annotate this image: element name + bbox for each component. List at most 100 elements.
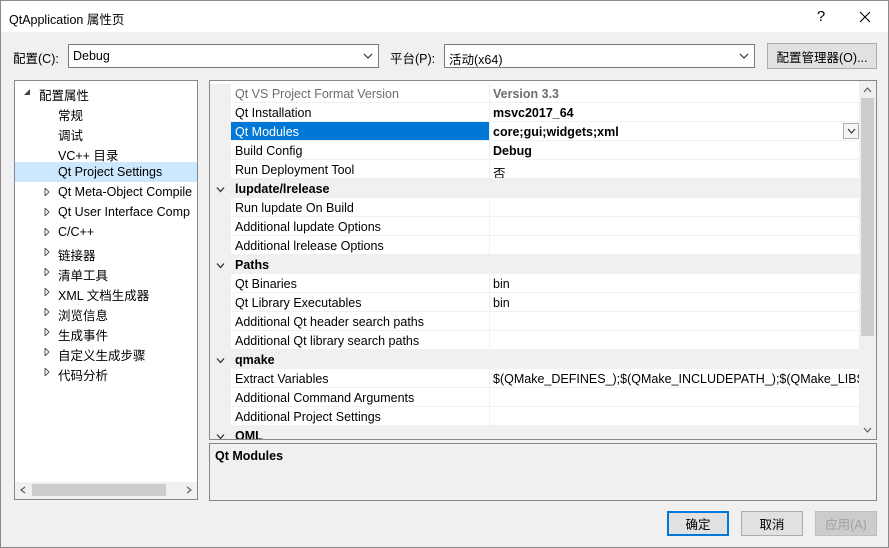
- collapse-triangle-icon[interactable]: [216, 261, 225, 270]
- property-grid: Qt VS Project Format Version Version 3.3…: [209, 80, 877, 440]
- property-row-qt-binaries[interactable]: Qt Binaries bin: [210, 274, 860, 293]
- property-row-run-lupdate[interactable]: Run lupdate On Build: [210, 198, 860, 217]
- row-gutter: [210, 369, 231, 388]
- category-paths[interactable]: Paths: [210, 255, 860, 274]
- config-combo[interactable]: Debug: [68, 44, 379, 68]
- tree-item-qt-project-settings[interactable]: Qt Project Settings: [15, 162, 197, 182]
- tree-root-config-properties[interactable]: 配置属性: [15, 82, 197, 102]
- tree-item-label: 代码分析: [58, 369, 109, 382]
- tree-item-build-events[interactable]: 生成事件: [15, 322, 197, 342]
- expand-triangle-icon[interactable]: [43, 368, 51, 376]
- cancel-button[interactable]: 取消: [741, 511, 803, 536]
- tree-item-qt-uic[interactable]: Qt User Interface Comp: [15, 202, 197, 222]
- property-row-additional-project-settings[interactable]: Additional Project Settings: [210, 407, 860, 426]
- tree-item-label: 清单工具: [58, 269, 109, 282]
- expand-triangle-icon[interactable]: [43, 328, 51, 336]
- collapse-triangle-icon[interactable]: [216, 185, 225, 194]
- config-manager-button[interactable]: 配置管理器(O)...: [767, 43, 877, 69]
- window-title: QtApplication 属性页: [9, 13, 125, 27]
- property-row-header-search-paths[interactable]: Additional Qt header search paths: [210, 312, 860, 331]
- category-qmake[interactable]: qmake: [210, 350, 860, 369]
- platform-combo[interactable]: 活动(x64): [444, 44, 755, 68]
- property-value[interactable]: [490, 388, 860, 407]
- close-button[interactable]: [843, 1, 887, 32]
- expand-triangle-icon[interactable]: [43, 288, 51, 296]
- property-row-qt-installation[interactable]: Qt Installation msvc2017_64: [210, 103, 860, 122]
- qt-modules-dropdown-button[interactable]: [843, 123, 859, 139]
- scroll-right-icon[interactable]: [185, 486, 193, 494]
- property-value[interactable]: [490, 198, 860, 217]
- property-value[interactable]: [490, 331, 860, 350]
- property-row-format-version[interactable]: Qt VS Project Format Version Version 3.3: [210, 84, 860, 103]
- tree-item-xml-doc-generator[interactable]: XML 文档生成器: [15, 282, 197, 302]
- scrollbar-thumb[interactable]: [861, 98, 874, 336]
- property-name: Extract Variables: [231, 369, 490, 388]
- expand-triangle-icon[interactable]: [43, 348, 51, 356]
- tree-item-manifest-tool[interactable]: 清单工具: [15, 262, 197, 282]
- collapse-triangle-icon[interactable]: [23, 88, 31, 96]
- expand-triangle-icon[interactable]: [43, 268, 51, 276]
- property-value[interactable]: core;gui;widgets;xml: [490, 122, 860, 141]
- property-value[interactable]: [490, 236, 860, 255]
- collapse-triangle-icon[interactable]: [216, 356, 225, 365]
- collapse-triangle-icon[interactable]: [216, 432, 225, 440]
- category-qml[interactable]: QML: [210, 426, 860, 440]
- property-row-run-deployment-tool[interactable]: Run Deployment Tool 否: [210, 160, 860, 179]
- tree-item-general[interactable]: 常规: [15, 102, 197, 122]
- tree-item-label: VC++ 目录: [58, 149, 119, 162]
- apply-button[interactable]: 应用(A): [815, 511, 877, 536]
- property-row-additional-command-arguments[interactable]: Additional Command Arguments: [210, 388, 860, 407]
- property-value[interactable]: bin: [490, 274, 860, 293]
- property-row-qt-library-executables[interactable]: Qt Library Executables bin: [210, 293, 860, 312]
- property-value[interactable]: Debug: [490, 141, 860, 160]
- tree-item-linker[interactable]: 链接器: [15, 242, 197, 262]
- property-value[interactable]: msvc2017_64: [490, 103, 860, 122]
- tree-horizontal-scrollbar[interactable]: [15, 482, 197, 499]
- property-value[interactable]: [490, 217, 860, 236]
- tree-item-debugging[interactable]: 调试: [15, 122, 197, 142]
- expand-triangle-icon[interactable]: [43, 248, 51, 256]
- property-row-library-search-paths[interactable]: Additional Qt library search paths: [210, 331, 860, 350]
- property-row-lrelease-options[interactable]: Additional lrelease Options: [210, 236, 860, 255]
- grid-vertical-scrollbar[interactable]: [859, 81, 876, 439]
- row-gutter: [210, 141, 231, 160]
- tree-item-vc-directories[interactable]: VC++ 目录: [15, 142, 197, 162]
- chevron-down-icon: [847, 128, 856, 134]
- property-row-lupdate-options[interactable]: Additional lupdate Options: [210, 217, 860, 236]
- property-value[interactable]: [490, 312, 860, 331]
- description-title: Qt Modules: [215, 449, 284, 463]
- tree-item-label: 常规: [58, 109, 84, 122]
- property-value[interactable]: $(QMake_DEFINES_);$(QMake_INCLUDEPATH_);…: [490, 369, 860, 388]
- property-name: Qt VS Project Format Version: [231, 84, 490, 103]
- property-row-build-config[interactable]: Build Config Debug: [210, 141, 860, 160]
- tree-item-label: 调试: [58, 129, 84, 142]
- scroll-up-icon[interactable]: [863, 86, 872, 94]
- scrollbar-thumb[interactable]: [32, 484, 166, 496]
- property-name: Run lupdate On Build: [231, 198, 490, 217]
- tree-item-c-cpp[interactable]: C/C++: [15, 222, 197, 242]
- property-value: Version 3.3: [490, 84, 860, 103]
- expand-triangle-icon[interactable]: [43, 228, 51, 236]
- row-gutter: [210, 217, 231, 236]
- scroll-left-icon[interactable]: [19, 486, 27, 494]
- tree-item-code-analysis[interactable]: 代码分析: [15, 362, 197, 382]
- property-value[interactable]: [490, 407, 860, 426]
- expand-triangle-icon[interactable]: [43, 308, 51, 316]
- property-name: Run Deployment Tool: [231, 160, 490, 179]
- help-button[interactable]: ?: [799, 1, 843, 32]
- ok-button[interactable]: 确定: [667, 511, 729, 536]
- tree-item-qt-moc[interactable]: Qt Meta-Object Compile: [15, 182, 197, 202]
- row-gutter: [210, 331, 231, 350]
- scroll-down-icon[interactable]: [863, 426, 872, 434]
- property-row-qt-modules[interactable]: Qt Modules core;gui;widgets;xml: [210, 122, 860, 141]
- expand-triangle-icon[interactable]: [43, 188, 51, 196]
- property-value[interactable]: 否: [490, 160, 860, 179]
- category-lupdate[interactable]: lupdate/lrelease: [210, 179, 860, 198]
- tree-item-browse-info[interactable]: 浏览信息: [15, 302, 197, 322]
- property-row-extract-variables[interactable]: Extract Variables $(QMake_DEFINES_);$(QM…: [210, 369, 860, 388]
- tree-item-custom-build-step[interactable]: 自定义生成步骤: [15, 342, 197, 362]
- settings-tree: 配置属性 常规 调试 VC++ 目录 Qt Project Settings Q…: [14, 80, 198, 500]
- expand-triangle-icon[interactable]: [43, 208, 51, 216]
- row-gutter: [210, 103, 231, 122]
- property-value[interactable]: bin: [490, 293, 860, 312]
